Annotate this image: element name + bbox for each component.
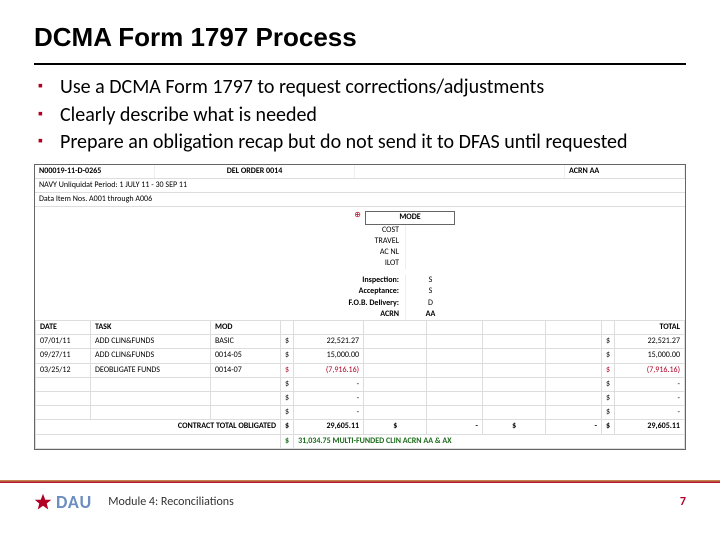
module-label: Module 4: Reconciliations [108,495,234,509]
contract-id: N00019-11-D-0265 [35,165,155,178]
acc-lbl: Acceptance: [315,286,405,297]
meta-lbl: AC NL [315,247,405,258]
meta-lbl: TRAVEL [315,236,405,247]
col-mod: MOD [211,321,281,335]
obligation-table: DATE TASK MOD TOTAL 07/01/11 ADD CLIN&FU… [35,320,685,449]
del-order: DEL ORDER 0014 [155,165,355,178]
bullet-list: Use a DCMA Form 1797 to request correcti… [0,75,720,156]
logo-text: DAU [56,491,92,513]
acrn-lbl: ACRN [315,309,405,320]
bullet-item: Prepare an obligation recap but do not s… [60,130,672,156]
grand-row: $ 31,034.75 MULTI-FUNDED CLIN ACRN AA & … [36,434,685,448]
page-number: 7 [680,495,686,509]
table-row: 07/01/11 ADD CLIN&FUNDS BASIC $ 22,521.2… [36,335,685,349]
contract-total-row: CONTRACT TOTAL OBLIGATED $ 29,605.11 $-$… [36,420,685,434]
col-task: TASK [91,321,211,335]
bullet-item: Use a DCMA Form 1797 to request correcti… [60,75,672,101]
table-row: 03/25/12 DEOBLIGATE FUNDS 0014-07 $ (7,9… [36,363,685,377]
mode-box: MODE [365,211,455,224]
navy-period: NAVY Unliquidat Period: 1 JULY 11 - 30 S… [35,179,191,192]
star-icon [34,493,52,511]
fob-lbl: F.O.B. Delivery: [315,298,405,309]
col-date: DATE [36,321,91,335]
data-items: Data Item Nos. A001 through A006 [35,193,156,206]
table-row: 09/27/11 ADD CLIN&FUNDS 0014-05 $ 15,000… [36,349,685,363]
acrn-label: ACRN AA [565,165,685,178]
bullet-item: Clearly describe what is needed [60,103,672,129]
title-rule [34,63,686,65]
dau-logo: DAU Module 4: Reconciliations [34,491,234,513]
form-image: N00019-11-D-0265 DEL ORDER 0014 ACRN AA … [34,164,686,450]
page-title: DCMA Form 1797 Process [0,0,720,59]
meta-lbl: ILOT [315,258,405,269]
insp-lbl: Inspection: [315,275,405,286]
mode-icon: ⊕ [354,211,361,224]
meta-lbl: COST [315,225,405,236]
col-total: TOTAL [615,321,685,335]
